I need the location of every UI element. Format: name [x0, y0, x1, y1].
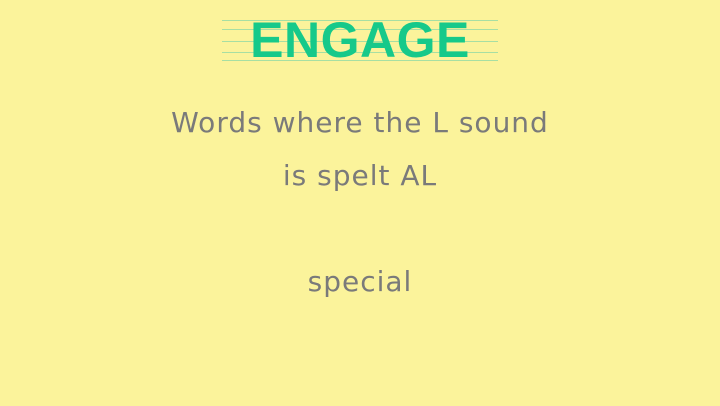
heading-line-2: is spelt AL [282, 159, 438, 192]
title-banner: ENGAGE [222, 12, 498, 68]
example-word: special [307, 265, 413, 298]
heading-line-1: Words where the L sound [171, 106, 549, 139]
page-title: ENGAGE [250, 12, 470, 68]
